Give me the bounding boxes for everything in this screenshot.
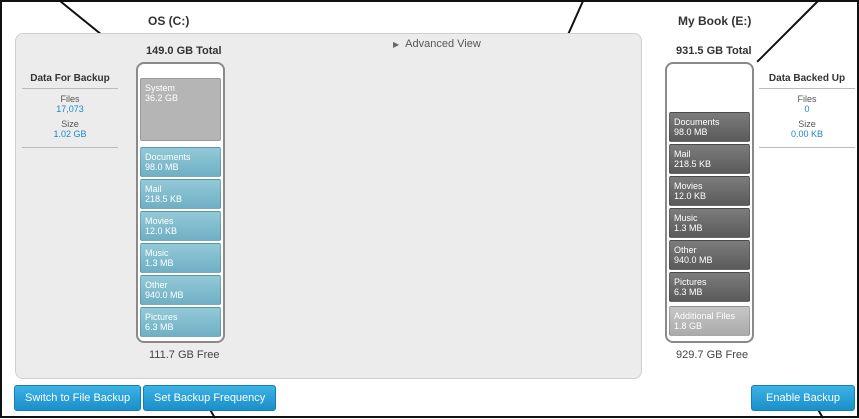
left-drive-total: 149.0 GB Total [146, 45, 222, 57]
segment-pictures[interactable]: Pictures 6.3 MB [669, 272, 750, 302]
segment-size: 12.0 KB [145, 226, 178, 236]
segment-size: 98.0 MB [145, 162, 179, 172]
files-count: 0 [804, 104, 810, 114]
switch-to-file-backup-button[interactable]: Switch to File Backup [14, 385, 142, 411]
segment-music[interactable]: Music 1.3 MB [140, 243, 221, 273]
size-value: 0.00 KB [790, 129, 824, 139]
segment-system[interactable]: System 36.2 GB [140, 78, 221, 141]
segment-size: 940.0 MB [145, 290, 184, 300]
divider [759, 147, 855, 148]
data-backed-up-heading: Data Backed Up [759, 73, 855, 89]
segment-mail[interactable]: Mail 218.5 KB [140, 179, 221, 209]
segment-name: Music [145, 248, 169, 258]
divider [22, 147, 118, 148]
expand-triangle-icon: ▶ [393, 40, 400, 49]
set-backup-frequency-button[interactable]: Set Backup Frequency [143, 385, 277, 411]
segment-name: Other [145, 280, 168, 290]
segment-name: Documents [145, 152, 191, 162]
segment-size: 218.5 KB [145, 194, 183, 204]
right-drive-capacity-bar: Documents 98.0 MB Mail 218.5 KB Movies 1… [665, 62, 754, 343]
segment-name: Movies [145, 216, 174, 226]
segment-name: Mail [674, 149, 691, 159]
segment-other[interactable]: Other 940.0 MB [669, 240, 750, 270]
segment-music[interactable]: Music 1.3 MB [669, 208, 750, 238]
files-label: Files [60, 94, 80, 104]
segment-movies[interactable]: Movies 12.0 KB [669, 176, 750, 206]
segment-pictures[interactable]: Pictures 6.3 MB [140, 307, 221, 337]
segment-name: Other [674, 245, 697, 255]
segment-movies[interactable]: Movies 12.0 KB [140, 211, 221, 241]
segment-size: 1.8 GB [674, 321, 703, 331]
advanced-view-label: Advanced View [405, 38, 481, 50]
segment-documents[interactable]: Documents 98.0 MB [140, 147, 221, 177]
segment-mail[interactable]: Mail 218.5 KB [669, 144, 750, 174]
segment-size: 1.3 MB [674, 223, 703, 233]
size-value: 1.02 GB [53, 129, 87, 139]
segment-name: System [145, 83, 176, 93]
files-label: Files [797, 94, 817, 104]
segment-name: Pictures [674, 277, 707, 287]
data-backed-up-panel: Data Backed Up Files 0 Size 0.00 KB [759, 73, 855, 148]
segment-size: 6.3 MB [674, 287, 703, 297]
right-drive-title: My Book (E:) [678, 14, 752, 28]
size-label: Size [61, 119, 79, 129]
segment-size: 1.3 MB [145, 258, 174, 268]
segment-other[interactable]: Other 940.0 MB [140, 275, 221, 305]
left-drive-free: 111.7 GB Free [149, 349, 220, 361]
right-drive-total: 931.5 GB Total [676, 45, 752, 57]
segment-size: 940.0 MB [674, 255, 713, 265]
segment-size: 6.3 MB [145, 322, 174, 332]
segment-size: 36.2 GB [145, 93, 179, 103]
segment-name: Additional Files [674, 311, 736, 321]
files-count: 17,073 [56, 104, 84, 114]
segment-additional-files[interactable]: Additional Files 1.8 GB [669, 306, 750, 336]
advanced-view-toggle[interactable]: ▶ Advanced View [393, 38, 481, 50]
segment-size: 12.0 KB [674, 191, 707, 201]
segment-size: 98.0 MB [674, 127, 708, 137]
segment-name: Movies [674, 181, 703, 191]
segment-name: Music [674, 213, 698, 223]
segment-name: Documents [674, 117, 720, 127]
segment-name: Pictures [145, 312, 178, 322]
segment-documents[interactable]: Documents 98.0 MB [669, 112, 750, 142]
left-drive-title: OS (C:) [148, 14, 190, 28]
data-for-backup-heading: Data For Backup [22, 73, 118, 89]
size-label: Size [798, 119, 816, 129]
segment-size: 218.5 KB [674, 159, 712, 169]
segment-name: Mail [145, 184, 162, 194]
enable-backup-button[interactable]: Enable Backup [751, 385, 855, 411]
right-drive-free: 929.7 GB Free [676, 349, 749, 361]
data-for-backup-panel: Data For Backup Files 17,073 Size 1.02 G… [22, 73, 118, 148]
left-drive-capacity-bar: System 36.2 GB Documents 98.0 MB Mail 21… [136, 62, 225, 343]
